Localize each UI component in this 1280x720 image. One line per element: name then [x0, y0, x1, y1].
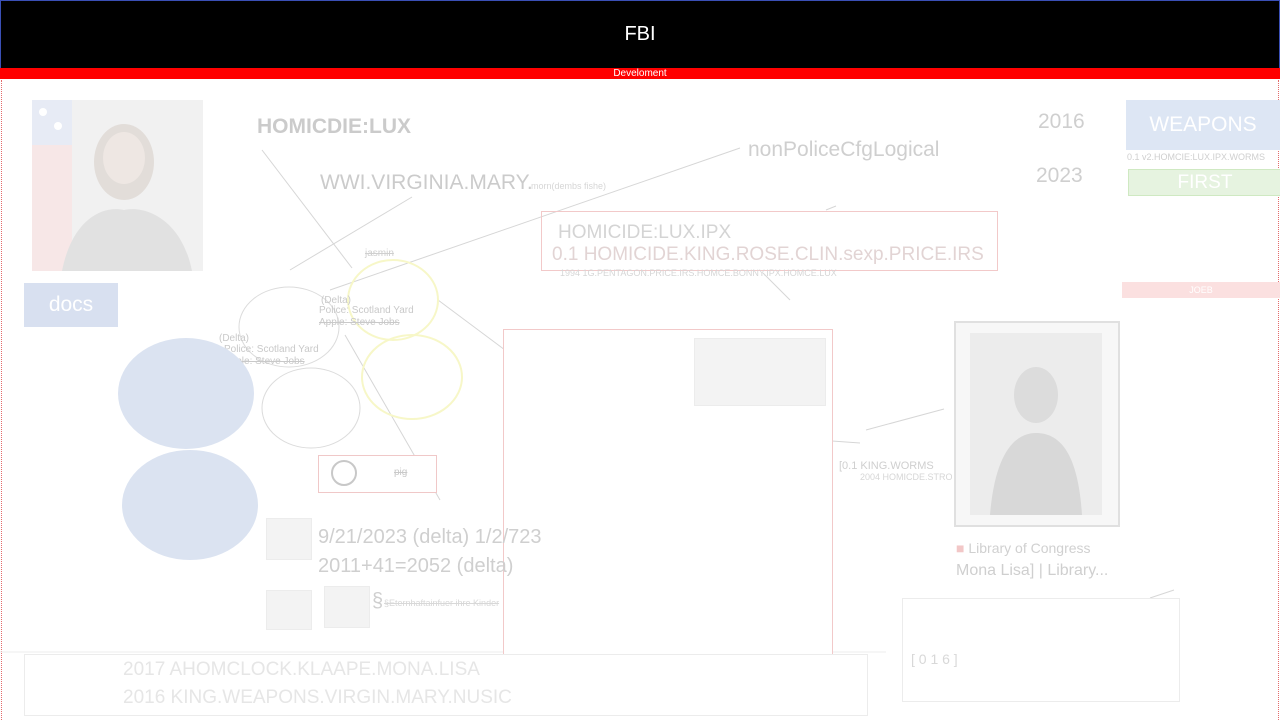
library-label: Library of Congress: [968, 540, 1091, 556]
homicide-box: HOMICIDE:LUX.IPX 0.1 HOMICIDE.KING.ROSE.…: [541, 211, 998, 271]
connector-line: [437, 299, 506, 351]
connector-line: [261, 149, 353, 269]
police-label: Police: Scotland Yard: [319, 305, 414, 316]
bottom-line: 2016 KING.WEAPONS.VIRGIN.MARY.NUSIC: [123, 687, 512, 708]
year-2023: 2023: [1036, 164, 1083, 187]
apple-label: Apple: Steve Jobs: [319, 317, 400, 328]
bottom-line: 2017 AHOMCLOCK.KLAAPE.MONA.LISA: [123, 659, 480, 680]
blue-oval: [118, 338, 254, 449]
photo-thumbnail: [324, 586, 370, 628]
section-note: §Eternhaftainfuer ihre Kinder: [384, 598, 500, 608]
virginia-note: morn(dembs fishe): [531, 181, 607, 191]
first-label: FIRST: [1177, 171, 1233, 193]
joeb-bar: JOEB: [1122, 282, 1280, 298]
bottom-text-box: 2017 AHOMCLOCK.KLAAPE.MONA.LISA 2016 KIN…: [24, 654, 868, 716]
year-2016: 2016: [1038, 110, 1085, 133]
highlight-circle: [361, 334, 463, 420]
note-box: [ 0 1 6 ]: [902, 598, 1180, 702]
date-line: 9/21/2023 (delta) 1/2/723: [318, 526, 542, 548]
card-label: pig: [394, 467, 408, 478]
mona-lisa-link[interactable]: Mona Lisa] | Library...: [956, 562, 1108, 580]
flag-icon: [32, 100, 192, 271]
main-image-frame: [503, 329, 833, 655]
document-thumbnail: [266, 590, 312, 630]
mona-lisa-canvas: [970, 333, 1102, 515]
date-calc-line: 2011+41=2052 (delta): [318, 555, 514, 577]
docs-button[interactable]: docs: [24, 283, 118, 327]
weapons-label: WEAPONS: [1149, 113, 1257, 136]
weapons-button[interactable]: WEAPONS: [1126, 100, 1280, 150]
homicide-lux-label: HOMICDIE:LUX: [257, 115, 411, 138]
non-police-label: nonPoliceCfgLogical: [748, 138, 940, 161]
connector-line: [1149, 589, 1175, 599]
weapons-subtitle: 0.1 v2.HOMCIE:LUX.IPX.WORMS: [1127, 152, 1266, 162]
connector-line: [865, 408, 945, 431]
homicide-box-line: 0.1 HOMICIDE.KING.ROSE.CLIN.sexp.PRICE.I…: [552, 244, 984, 265]
connector-line: [825, 205, 837, 211]
seal-icon: [331, 460, 357, 486]
police-label: Police: Scotland Yard: [224, 344, 319, 355]
virginia-label: WWI.VIRGINIA.MARY.: [320, 171, 533, 194]
document-thumbnail: [266, 518, 312, 560]
bookmark-icon: ■: [956, 540, 969, 556]
portrait-photo: [32, 100, 203, 271]
docs-label: docs: [48, 293, 94, 316]
venn-circle: [261, 367, 361, 449]
homicide-box-note: 1994 1G.PENTAGON.PRICE.IRS.HOMCE.BONNY.I…: [560, 268, 837, 278]
seal-card: pig: [318, 455, 437, 493]
note-box-text: [ 0 1 6 ]: [911, 651, 958, 667]
library-link[interactable]: ■ Library of Congress: [956, 540, 1091, 556]
delta-label: (Delta): [219, 333, 250, 344]
portrait-icon: [990, 367, 1082, 515]
homicide-box-title: HOMICIDE:LUX.IPX: [558, 222, 732, 243]
mona-lisa-image: [954, 321, 1120, 527]
connector-line: [831, 440, 861, 444]
homicide-stro-label: 2004 HOMICDE.STRO: [860, 472, 953, 482]
joeb-label: JOEB: [1189, 285, 1213, 295]
first-button[interactable]: FIRST: [1128, 169, 1280, 196]
highlight-circle: [347, 259, 439, 341]
section-symbol: §: [372, 590, 384, 612]
king-worms-label: [0.1 KING.WORMS: [839, 460, 934, 472]
photo-thumbnail: [694, 338, 826, 406]
jasmin-label: jasmin: [365, 248, 394, 259]
blue-oval: [122, 450, 258, 560]
